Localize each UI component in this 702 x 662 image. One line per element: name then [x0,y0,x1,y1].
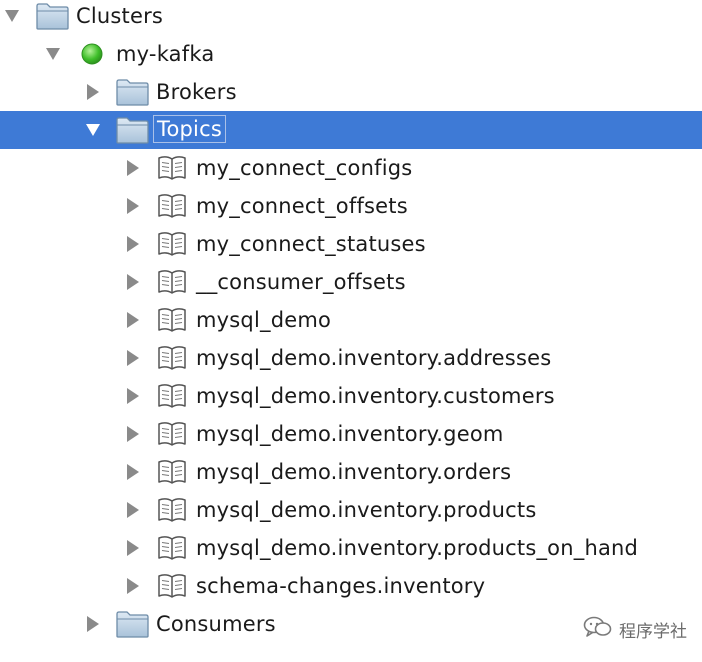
collapsed-triangle-icon[interactable] [121,187,145,225]
node-label: mysql_demo.inventory.customers [196,384,555,408]
collapsed-triangle-icon[interactable] [121,263,145,301]
tree-node-topic[interactable]: schema-changes.inventory [0,567,702,605]
node-label: mysql_demo.inventory.orders [196,460,512,484]
node-label: schema-changes.inventory [196,574,486,598]
node-label: my-kafka [116,42,215,66]
tree-node-topic[interactable]: mysql_demo.inventory.customers [0,377,702,415]
book-icon [157,529,187,567]
tree-node-topic[interactable]: my_connect_statuses [0,225,702,263]
book-icon [157,225,187,263]
node-label: mysql_demo [196,308,332,332]
book-icon [157,339,187,377]
tree-node-clusters[interactable]: Clusters [0,0,702,35]
expanded-triangle-icon[interactable] [81,111,105,149]
tree-node-topic[interactable]: mysql_demo.inventory.orders [0,453,702,491]
node-label: mysql_demo.inventory.products [196,498,537,522]
collapsed-triangle-icon[interactable] [121,529,145,567]
tree-node-topic[interactable]: mysql_demo.inventory.products_on_hand [0,529,702,567]
node-label: mysql_demo.inventory.geom [196,422,504,446]
tree-node-topic[interactable]: __consumer_offsets [0,263,702,301]
tree-node-topics[interactable]: Topics [0,111,702,149]
collapsed-triangle-icon[interactable] [121,149,145,187]
collapsed-triangle-icon[interactable] [81,605,105,643]
wechat-icon [583,615,613,644]
collapsed-triangle-icon[interactable] [121,567,145,605]
node-label: Brokers [156,80,237,104]
tree-node-cluster[interactable]: my-kafka [0,35,702,73]
book-icon [157,491,187,529]
book-icon [157,187,187,225]
book-icon [157,263,187,301]
node-label: mysql_demo.inventory.addresses [196,346,552,370]
collapsed-triangle-icon[interactable] [121,491,145,529]
book-icon [157,453,187,491]
book-icon [157,567,187,605]
tree-node-topic[interactable]: mysql_demo.inventory.geom [0,415,702,453]
status-dot-icon [81,35,103,73]
tree-node-brokers[interactable]: Brokers [0,73,702,111]
collapsed-triangle-icon[interactable] [121,301,145,339]
node-label: Consumers [156,612,276,636]
book-icon [157,149,187,187]
cluster-tree[interactable]: Clusters my-kafka Brokers Topics my_conn… [0,0,702,662]
collapsed-triangle-icon[interactable] [121,377,145,415]
watermark-text: 程序学社 [619,621,687,642]
node-label: Topics [153,115,226,143]
watermark: 程序学社 [583,612,687,646]
tree-node-topic[interactable]: mysql_demo.inventory.products [0,491,702,529]
node-label: my_connect_offsets [196,194,408,218]
expanded-triangle-icon[interactable] [0,0,24,35]
folder-icon [116,73,149,111]
folder-icon [116,605,149,643]
collapsed-triangle-icon[interactable] [81,73,105,111]
collapsed-triangle-icon[interactable] [121,225,145,263]
collapsed-triangle-icon[interactable] [121,453,145,491]
collapsed-triangle-icon[interactable] [121,415,145,453]
tree-node-topic[interactable]: mysql_demo [0,301,702,339]
expanded-triangle-icon[interactable] [41,35,65,73]
book-icon [157,377,187,415]
book-icon [157,415,187,453]
tree-node-topic[interactable]: mysql_demo.inventory.addresses [0,339,702,377]
node-label: my_connect_statuses [196,232,426,256]
tree-node-topic[interactable]: my_connect_configs [0,149,702,187]
tree-node-topic[interactable]: my_connect_offsets [0,187,702,225]
node-label: my_connect_configs [196,156,413,180]
collapsed-triangle-icon[interactable] [121,339,145,377]
node-label: __consumer_offsets [196,270,406,294]
node-label: mysql_demo.inventory.products_on_hand [196,536,639,560]
folder-icon [36,0,69,35]
folder-icon [116,111,149,149]
node-label: Clusters [76,4,164,28]
book-icon [157,301,187,339]
